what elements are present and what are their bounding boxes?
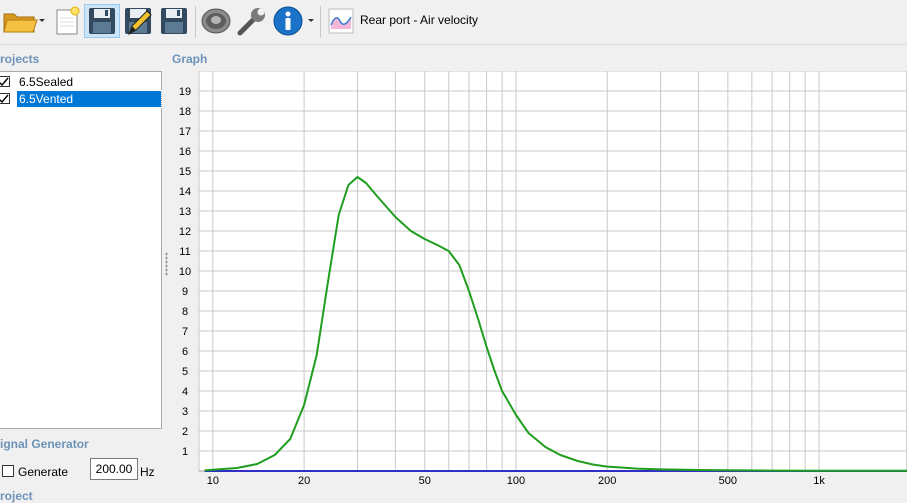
y-tick-label: 8 [182,306,188,318]
project-label[interactable]: 6.5Sealed [17,74,75,90]
y-tick-label: 12 [179,226,191,238]
x-tick-label: 50 [419,475,431,487]
project-label[interactable]: 6.5Vented [16,90,162,108]
y-tick-label: 5 [182,366,188,378]
speaker-icon [200,6,232,36]
toolbar-separator [195,6,196,38]
signal-generator-title: ignal Generator [0,437,89,451]
x-ticks: 10 20 50 100 200 500 1k [207,475,826,487]
y-tick-label: 15 [179,166,191,178]
save-project-button[interactable] [84,4,120,38]
folder-open-icon [2,6,40,36]
x-tick-label: 200 [598,475,616,487]
graph-mode-label[interactable]: Rear port - Air velocity [360,13,478,27]
project-checkbox[interactable] [0,76,10,87]
y-tick-label: 4 [182,386,188,398]
y-tick-label: 18 [179,106,191,118]
save-as-button[interactable] [156,4,192,38]
y-tick-label: 16 [179,146,191,158]
y-tick-label: 17 [179,126,191,138]
y-tick-label: 10 [179,266,191,278]
graph-chart[interactable]: 12345678910111213141516171819 10 20 50 100 2… [168,71,907,500]
y-tick-label: 9 [182,286,188,298]
generate-checkbox[interactable] [2,465,14,477]
chevron-down-icon[interactable] [307,18,315,24]
checkmark-icon [0,94,9,104]
y-tick-label: 2 [182,426,188,438]
graph-panel: 1 2 3 4 5 6 7 8 9 10 11 12 13 14 15 16 17 18 19 10 20 50 100 2… [168,71,907,500]
frequency-input[interactable] [90,458,138,480]
y-tick-label: 7 [182,326,188,338]
chart-icon [327,7,355,35]
project-item-sealed[interactable]: 6.5Sealed [0,74,161,90]
y-tick-label: 6 [182,346,188,358]
pencil-floppy-icon [123,6,153,36]
x-tick-label: 500 [719,475,737,487]
y-tick-label: 11 [179,246,190,258]
edit-project-button[interactable] [120,4,156,38]
graph-mode-button[interactable] [325,4,357,38]
settings-button[interactable] [234,4,270,38]
graph-title: Graph [172,52,208,66]
open-project-button[interactable] [0,4,48,38]
chevron-down-icon[interactable] [38,18,46,24]
project-item-vented[interactable]: 6.5Vented [0,90,162,108]
floppy-disk-icon [159,6,189,36]
y-ticks: 12345678910111213141516171819 [179,86,191,458]
project-checkbox[interactable] [0,93,10,104]
grid [198,71,907,471]
x-tick-label: 1k [813,475,825,487]
main-toolbar: Rear port - Air velocity [0,0,907,45]
info-button[interactable] [270,4,318,38]
frequency-unit: Hz [140,465,155,479]
x-tick-label: 100 [507,475,525,487]
project-section-title: roject [0,489,33,503]
floppy-disk-icon [87,6,117,36]
x-tick-label: 20 [298,475,310,487]
info-icon [273,6,303,36]
checkmark-icon [0,77,9,87]
generate-label[interactable]: Generate [18,465,68,479]
driver-button[interactable] [198,4,234,38]
y-tick-label: 19 [179,86,191,98]
y-tick-label: 1 [182,446,188,458]
new-document-icon [54,6,80,36]
y-tick-label: 13 [179,206,191,218]
x-tick-label: 10 [207,475,219,487]
new-project-button[interactable] [52,4,82,38]
y-tick-label: 14 [179,186,191,198]
projects-list[interactable]: 6.5Sealed 6.5Vented [0,71,162,429]
wrench-icon [236,5,268,37]
toolbar-separator [320,6,321,38]
y-tick-label: 3 [182,406,188,418]
projects-title: rojects [0,52,40,66]
